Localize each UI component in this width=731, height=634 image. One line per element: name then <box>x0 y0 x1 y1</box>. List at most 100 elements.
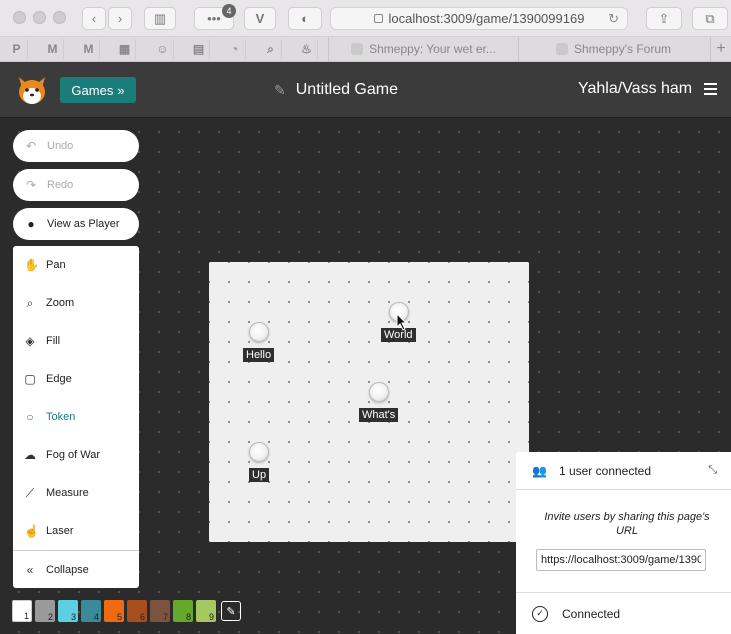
ruler-icon: ⟋ <box>25 485 35 500</box>
swatch-number: 3 <box>70 612 76 622</box>
pinned-tab-discord[interactable]: ☺ <box>152 39 174 59</box>
menu-icon[interactable] <box>704 83 717 95</box>
tool-label: Fog of War <box>46 449 100 461</box>
tool-pan[interactable]: ✋ Pan <box>13 246 139 284</box>
tool-zoom[interactable]: ⌕ Zoom <box>13 284 139 322</box>
swatch-number: 6 <box>139 612 145 622</box>
pencil-icon: ✎ <box>274 81 286 98</box>
undo-icon: ↶ <box>25 139 37 153</box>
gmail-icon: M <box>47 42 58 56</box>
user-name: Yahla/Vass ham <box>578 80 693 97</box>
color-swatch-2[interactable]: 2 <box>35 600 55 622</box>
view-as-player-button[interactable]: ● View as Player <box>13 208 139 240</box>
users-icon: 👥 <box>532 463 547 478</box>
calendar-icon: ▦ <box>118 42 131 56</box>
browser-tabbar: P M M ▦ ☺ ▤ ◔ ⌕ ♨ Shmeppy: Your wet er..… <box>0 37 731 62</box>
tool-token[interactable]: ○ Token <box>13 398 139 436</box>
tabs-overview-button[interactable]: ⧉ <box>692 7 728 30</box>
color-swatch-5[interactable]: 5 <box>104 600 124 622</box>
extensions-badge: 4 <box>222 4 236 18</box>
tool-label: Edge <box>46 373 72 385</box>
tool-label: Token <box>46 411 76 423</box>
color-swatch-9[interactable]: 9 <box>196 600 216 622</box>
tool-fill[interactable]: ◈ Fill <box>13 322 139 360</box>
new-tab-button[interactable]: + <box>710 37 731 61</box>
pinned-tab-p[interactable]: P <box>6 39 28 59</box>
pinned-tab-trello[interactable]: ▤ <box>188 39 210 59</box>
fill-icon: ◈ <box>25 334 35 348</box>
token-up[interactable] <box>249 442 269 462</box>
tab-shmeppy-forum[interactable]: Shmeppy's Forum <box>518 37 708 61</box>
pinned-tab-gmail-2[interactable]: M <box>78 39 100 59</box>
pinned-tab-whatsapp[interactable]: ◔ <box>224 39 246 59</box>
color-swatch-8[interactable]: 8 <box>173 600 193 622</box>
back-button[interactable]: ‹ <box>82 7 106 30</box>
swatch-number: 2 <box>47 612 53 622</box>
swatch-number: 5 <box>116 612 122 622</box>
color-swatch-4[interactable]: 4 <box>81 600 101 622</box>
pencil-icon: ✎ <box>226 605 236 618</box>
forward-button[interactable]: › <box>108 7 132 30</box>
v-logo-icon: V <box>255 11 265 26</box>
map-area[interactable] <box>209 262 529 542</box>
double-chevron-right-icon: » <box>117 82 125 98</box>
token-hello[interactable] <box>249 322 269 342</box>
search-icon: ⌕ <box>26 295 34 310</box>
shield-button[interactable]: ◐ <box>288 7 322 30</box>
swatch-number: 1 <box>23 611 29 621</box>
lock-icon <box>373 14 383 23</box>
color-swatch-1[interactable]: 1 <box>12 600 32 622</box>
tool-measure[interactable]: ⟋ Measure <box>13 474 139 512</box>
color-swatch-3[interactable]: 3 <box>58 600 78 622</box>
share-button[interactable]: ⇪ <box>646 7 682 30</box>
pinned-tab-search[interactable]: ⌕ <box>260 39 282 59</box>
tool-label: Fill <box>46 335 61 347</box>
token-whats[interactable] <box>369 382 389 402</box>
pinned-tab-calendar[interactable]: ▦ <box>114 39 136 59</box>
connection-status: ✓ Connected <box>516 592 731 634</box>
sidebar-toggle-button[interactable]: ▥ <box>144 7 176 30</box>
swatch-number: 8 <box>185 612 191 622</box>
view-as-player-label: View as Player <box>47 218 120 230</box>
color-palette: 1 2 3 4 5 6 7 8 9 ✎ <box>12 600 241 622</box>
edit-palette-button[interactable]: ✎ <box>221 601 241 621</box>
browser-titlebar: ‹ › ▥ ••• 4 V ◐ localhost:3009/game/1390… <box>0 0 731 37</box>
tabs-icon: ⧉ <box>705 10 715 26</box>
pinned-tab-fire[interactable]: ♨ <box>296 39 318 59</box>
token-label: What's <box>359 408 399 422</box>
reload-icon[interactable]: ↻ <box>608 11 619 27</box>
undo-button[interactable]: ↶ Undo <box>13 130 139 162</box>
collapse-panel-icon[interactable]: ⤡ <box>708 464 717 477</box>
tool-edge[interactable]: ▢ Edge <box>13 360 139 398</box>
collapse-button[interactable]: « Collapse <box>13 551 139 589</box>
games-button[interactable]: Games » <box>60 77 136 103</box>
mouse-cursor-icon <box>396 313 408 331</box>
tool-panel: ✋ Pan ⌕ Zoom ◈ Fill ▢ Edge ○ Token ☁ Fog… <box>13 246 139 588</box>
vivaldi-button[interactable]: V <box>244 7 276 30</box>
trello-icon: ▤ <box>192 42 205 56</box>
tool-label: Zoom <box>46 297 75 309</box>
color-swatch-7[interactable]: 7 <box>150 600 170 622</box>
redo-button[interactable]: ↷ Redo <box>13 169 139 201</box>
close-window-button[interactable] <box>13 11 26 24</box>
maximize-window-button[interactable] <box>53 11 66 24</box>
game-title-editor[interactable]: ✎ Untitled Game <box>274 80 398 100</box>
shmeppy-logo-icon <box>19 77 45 104</box>
color-swatch-6[interactable]: 6 <box>127 600 147 622</box>
token-label: Hello <box>243 348 275 362</box>
swatch-number: 4 <box>93 612 99 622</box>
tab-shmeppy[interactable]: Shmeppy: Your wet er... <box>328 37 518 61</box>
collapse-label: Collapse <box>46 564 89 576</box>
games-label: Games <box>71 82 114 98</box>
minimize-window-button[interactable] <box>33 11 46 24</box>
shield-icon: ◐ <box>301 11 309 26</box>
tool-fog-of-war[interactable]: ☁ Fog of War <box>13 436 139 474</box>
tool-laser[interactable]: ☝ Laser <box>13 512 139 550</box>
app-header: Games » ✎ Untitled Game Yahla/Vass ham <box>0 62 731 118</box>
whatsapp-icon: ◔ <box>230 42 239 56</box>
pinned-tab-gmail[interactable]: M <box>42 39 64 59</box>
url-bar[interactable]: localhost:3009/game/1390099169 ↻ <box>330 7 628 30</box>
share-url-input[interactable] <box>536 549 706 571</box>
edge-icon: ▢ <box>24 372 36 386</box>
search-icon: ⌕ <box>267 41 274 56</box>
